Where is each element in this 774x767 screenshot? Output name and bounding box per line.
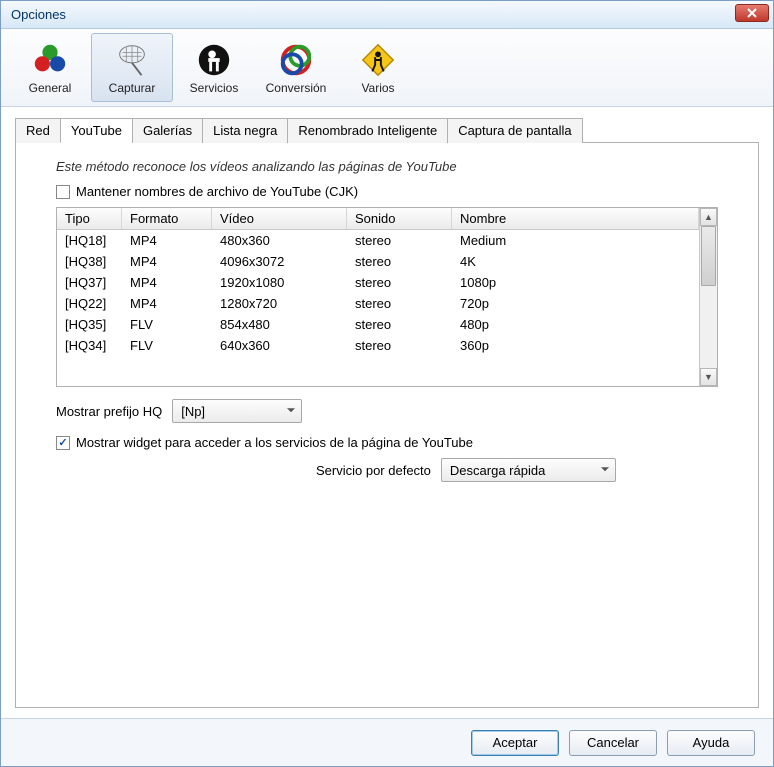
toolbar-label: Conversión — [266, 81, 327, 95]
toolbar-label: General — [29, 81, 72, 95]
service-combo[interactable]: Descarga rápida — [441, 458, 616, 482]
col-sonido[interactable]: Sonido — [347, 208, 452, 229]
scroll-down-button[interactable]: ▼ — [700, 368, 717, 386]
scroll-track[interactable] — [700, 226, 717, 368]
tab-row: Red YouTube Galerías Lista negra Renombr… — [15, 117, 759, 143]
cancel-button[interactable]: Cancelar — [569, 730, 657, 756]
cell-nombre: 720p — [452, 293, 699, 314]
close-icon — [747, 8, 757, 18]
cell-video: 1920x1080 — [212, 272, 347, 293]
prefix-row: Mostrar prefijo HQ [Np] — [36, 399, 738, 423]
table-row[interactable]: [HQ37]MP41920x1080stereo1080p — [57, 272, 699, 293]
toolbar-item-general[interactable]: General — [9, 33, 91, 102]
cell-tipo: [HQ38] — [57, 251, 122, 272]
youtube-description: Este método reconoce los vídeos analizan… — [36, 159, 738, 174]
tab-renombrado[interactable]: Renombrado Inteligente — [287, 118, 448, 143]
tab-red[interactable]: Red — [15, 118, 61, 143]
cell-formato: FLV — [122, 314, 212, 335]
content-area: Red YouTube Galerías Lista negra Renombr… — [1, 107, 773, 718]
tab-lista-negra[interactable]: Lista negra — [202, 118, 288, 143]
toolbar-item-servicios[interactable]: Servicios — [173, 33, 255, 102]
sign-icon — [359, 41, 397, 79]
scroll-up-button[interactable]: ▲ — [700, 208, 717, 226]
accept-button[interactable]: Aceptar — [471, 730, 559, 756]
cell-sonido: stereo — [347, 335, 452, 356]
keep-names-row: Mantener nombres de archivo de YouTube (… — [36, 184, 738, 199]
window-title: Opciones — [5, 7, 66, 22]
tab-galerias[interactable]: Galerías — [132, 118, 203, 143]
cell-video: 4096x3072 — [212, 251, 347, 272]
toolbar-label: Servicios — [190, 81, 239, 95]
keep-names-label: Mantener nombres de archivo de YouTube (… — [76, 184, 358, 199]
cell-formato: FLV — [122, 335, 212, 356]
table-row[interactable]: [HQ18]MP4480x360stereoMedium — [57, 230, 699, 251]
widget-label: Mostrar widget para acceder a los servic… — [76, 435, 473, 450]
prefix-label: Mostrar prefijo HQ — [56, 404, 162, 419]
scroll-thumb[interactable] — [701, 226, 716, 286]
toolbar-item-varios[interactable]: Varios — [337, 33, 419, 102]
cell-tipo: [HQ22] — [57, 293, 122, 314]
widget-row: Mostrar widget para acceder a los servic… — [36, 435, 738, 450]
cell-sonido: stereo — [347, 293, 452, 314]
cell-sonido: stereo — [347, 314, 452, 335]
cell-tipo: [HQ34] — [57, 335, 122, 356]
table-row[interactable]: [HQ22]MP41280x720stereo720p — [57, 293, 699, 314]
col-tipo[interactable]: Tipo — [57, 208, 122, 229]
cell-tipo: [HQ18] — [57, 230, 122, 251]
dialog-buttons: Aceptar Cancelar Ayuda — [1, 718, 773, 766]
cell-nombre: Medium — [452, 230, 699, 251]
options-dialog: Opciones General Capturar Servicios — [0, 0, 774, 767]
cell-sonido: stereo — [347, 272, 452, 293]
cell-formato: MP4 — [122, 272, 212, 293]
toolbar-item-conversion[interactable]: Conversión — [255, 33, 337, 102]
table-body: [HQ18]MP4480x360stereoMedium[HQ38]MP4409… — [57, 230, 699, 356]
cell-formato: MP4 — [122, 230, 212, 251]
net-icon — [113, 41, 151, 79]
widget-checkbox[interactable] — [56, 436, 70, 450]
service-value: Descarga rápida — [450, 463, 545, 478]
toolbar-item-capturar[interactable]: Capturar — [91, 33, 173, 102]
toolbar-label: Capturar — [109, 81, 156, 95]
cell-video: 854x480 — [212, 314, 347, 335]
cell-tipo: [HQ35] — [57, 314, 122, 335]
help-button[interactable]: Ayuda — [667, 730, 755, 756]
keep-names-checkbox[interactable] — [56, 185, 70, 199]
service-label: Servicio por defecto — [316, 463, 431, 478]
formats-table: Tipo Formato Vídeo Sonido Nombre [HQ18]M… — [56, 207, 718, 387]
col-formato[interactable]: Formato — [122, 208, 212, 229]
cell-nombre: 360p — [452, 335, 699, 356]
cell-tipo: [HQ37] — [57, 272, 122, 293]
cell-nombre: 480p — [452, 314, 699, 335]
cell-video: 1280x720 — [212, 293, 347, 314]
cell-sonido: stereo — [347, 251, 452, 272]
cell-video: 640x360 — [212, 335, 347, 356]
prefix-combo[interactable]: [Np] — [172, 399, 302, 423]
prefix-value: [Np] — [181, 404, 205, 419]
tab-youtube[interactable]: YouTube — [60, 118, 133, 143]
table-row[interactable]: [HQ38]MP44096x3072stereo4K — [57, 251, 699, 272]
table-row[interactable]: [HQ34]FLV640x360stereo360p — [57, 335, 699, 356]
balls-icon — [31, 41, 69, 79]
cell-nombre: 1080p — [452, 272, 699, 293]
tab-body-youtube: Este método reconoce los vídeos analizan… — [15, 143, 759, 708]
col-video[interactable]: Vídeo — [212, 208, 347, 229]
cell-nombre: 4K — [452, 251, 699, 272]
titlebar: Opciones — [1, 1, 773, 29]
service-row: Servicio por defecto Descarga rápida — [36, 458, 738, 482]
tab-captura-pantalla[interactable]: Captura de pantalla — [447, 118, 582, 143]
cell-sonido: stereo — [347, 230, 452, 251]
table-row[interactable]: [HQ35]FLV854x480stereo480p — [57, 314, 699, 335]
cell-formato: MP4 — [122, 293, 212, 314]
cell-formato: MP4 — [122, 251, 212, 272]
table-scrollbar[interactable]: ▲ ▼ — [699, 208, 717, 386]
close-button[interactable] — [735, 4, 769, 22]
services-icon — [195, 41, 233, 79]
toolbar-label: Varios — [361, 81, 394, 95]
conversion-icon — [277, 41, 315, 79]
table-header: Tipo Formato Vídeo Sonido Nombre — [57, 208, 699, 230]
cell-video: 480x360 — [212, 230, 347, 251]
category-toolbar: General Capturar Servicios Conversión — [1, 29, 773, 107]
col-nombre[interactable]: Nombre — [452, 208, 699, 229]
